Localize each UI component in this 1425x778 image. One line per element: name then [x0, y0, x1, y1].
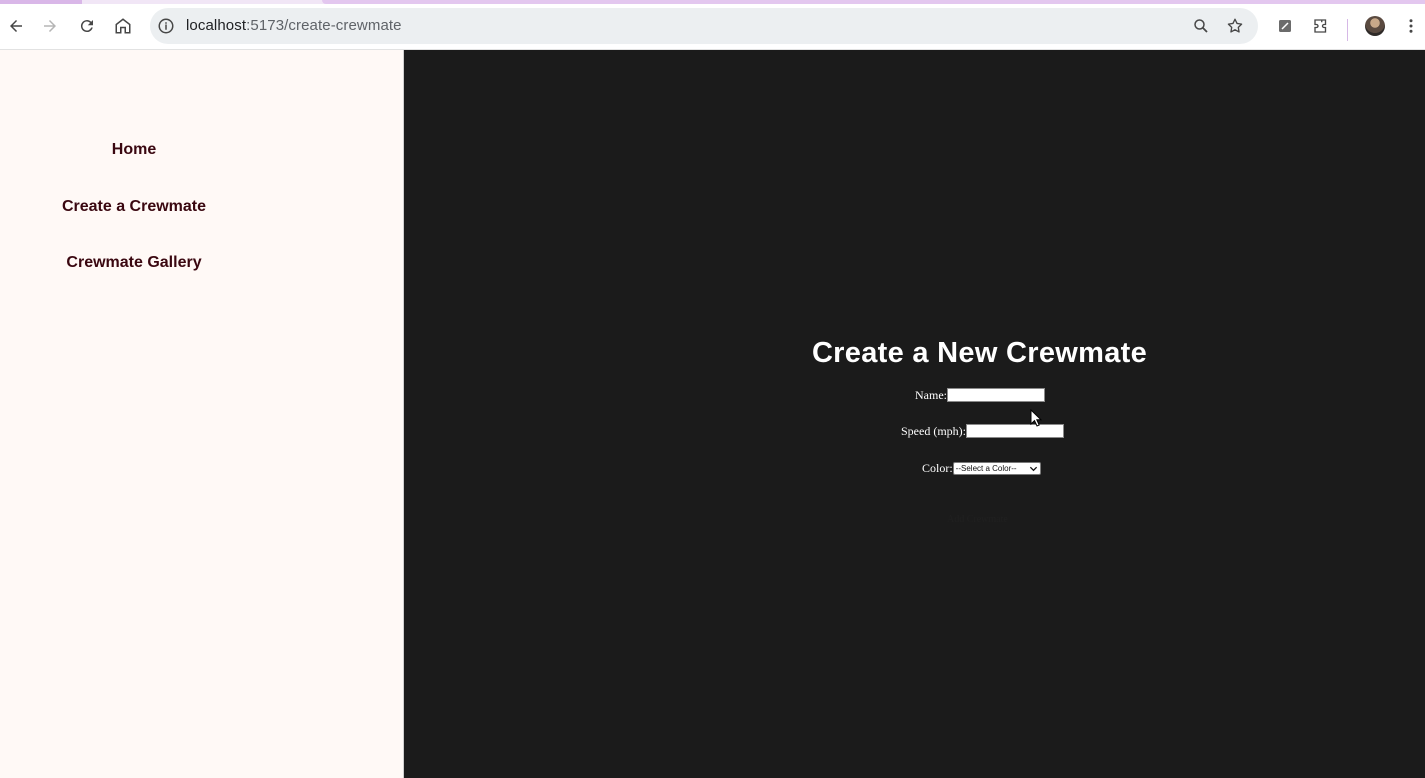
puzzle-icon[interactable]: [1305, 10, 1337, 42]
mouse-cursor-icon: [1030, 409, 1042, 427]
speed-input[interactable]: [966, 424, 1064, 439]
sidebar-item-home[interactable]: Home: [0, 141, 268, 159]
forward-icon[interactable]: [34, 10, 66, 42]
color-label: Color:: [922, 460, 953, 475]
sidebar-item-crewmate-gallery[interactable]: Crewmate Gallery: [0, 254, 268, 272]
speed-label: Speed (mph):: [901, 423, 966, 438]
chevron-down-icon: [1029, 466, 1037, 471]
page-title: Create a New Crewmate: [811, 337, 1148, 369]
home-icon[interactable]: [107, 10, 139, 42]
extension-icon[interactable]: [1269, 10, 1301, 42]
reload-icon[interactable]: [71, 10, 103, 42]
color-row: Color: --Select a Color--: [922, 460, 1041, 476]
url-path: :5173/create-crewmate: [246, 17, 402, 34]
address-bar[interactable]: localhost:5173/create-crewmate: [150, 8, 1258, 44]
avatar[interactable]: [1365, 16, 1385, 36]
name-row: Name:: [915, 387, 1045, 403]
sidebar-item-create-crewmate[interactable]: Create a Crewmate: [0, 198, 268, 216]
sidebar: Home Create a Crewmate Crewmate Gallery: [0, 50, 404, 778]
url-text[interactable]: localhost:5173/create-crewmate: [186, 17, 402, 34]
name-input[interactable]: [947, 388, 1045, 403]
more-icon[interactable]: [1395, 10, 1425, 42]
add-crewmate-button[interactable]: Add Crewmate: [947, 514, 1008, 525]
zoom-icon[interactable]: [1192, 17, 1210, 35]
url-host: localhost: [186, 17, 247, 34]
color-select-value: --Select a Color--: [955, 463, 1017, 473]
info-icon[interactable]: [157, 17, 175, 35]
name-label: Name:: [915, 387, 947, 402]
star-icon[interactable]: [1226, 17, 1244, 35]
toolbar-divider: [1347, 19, 1348, 41]
color-select[interactable]: --Select a Color--: [952, 461, 1041, 475]
browser-toolbar: localhost:5173/create-crewmate: [0, 4, 1425, 50]
main-content: Create a New Crewmate Name: Speed (mph):…: [404, 50, 1425, 778]
back-icon[interactable]: [0, 10, 32, 42]
